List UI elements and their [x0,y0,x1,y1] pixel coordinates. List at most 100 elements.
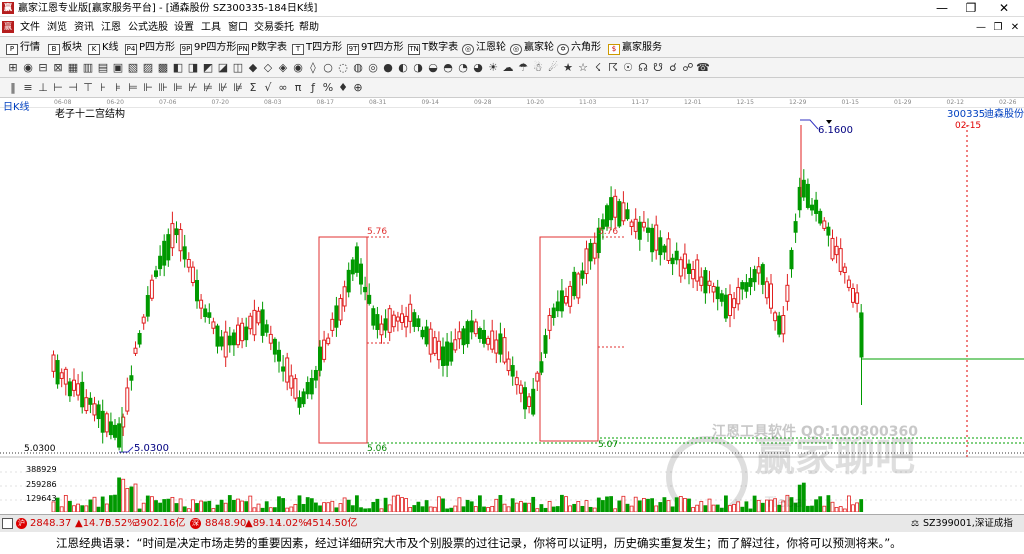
toolbar2-tool-25-icon[interactable]: ● [381,61,395,75]
toolbar3-tool-15-icon[interactable]: ⊯ [231,81,245,95]
sector-button[interactable]: B 板块 [48,40,82,55]
right-index-label[interactable]: SZ399001,深证成指 [923,518,1013,530]
toolbar2-tool-2-icon[interactable]: ⊟ [36,61,50,75]
toolbar2-tool-40-icon[interactable]: ☈ [606,61,620,75]
winner-wheel-button[interactable]: ◎ 赢家轮 [510,40,554,55]
toolbar2-tool-6-icon[interactable]: ▤ [96,61,110,75]
toolbar2-tool-31-icon[interactable]: ◕ [471,61,485,75]
toolbar3-tool-7-icon[interactable]: ⊧ [111,81,125,95]
toolbar2-tool-42-icon[interactable]: ☊ [636,61,650,75]
toolbar3-tool-11-icon[interactable]: ⊫ [171,81,185,95]
toolbar2-tool-35-icon[interactable]: ☃ [531,61,545,75]
toolbar2-tool-36-icon[interactable]: ☄ [546,61,560,75]
toolbar3-tool-21-icon[interactable]: % [321,81,335,95]
toolbar2-tool-44-icon[interactable]: ☌ [666,61,680,75]
toolbar2-tool-14-icon[interactable]: ◪ [216,61,230,75]
toolbar2-tool-3-icon[interactable]: ⊠ [51,61,65,75]
toolbar2-tool-10-icon[interactable]: ▩ [156,61,170,75]
p-square-button[interactable]: P4 P四方形 [125,40,175,55]
toolbar3-tool-23-icon[interactable]: ⊕ [351,81,365,95]
kline-button[interactable]: K K线 [88,40,119,55]
menu-tools[interactable]: 工具 [201,21,221,34]
toolbar2-tool-20-icon[interactable]: ◊ [306,61,320,75]
toolbar2-tool-30-icon[interactable]: ◔ [456,61,470,75]
toolbar2-tool-28-icon[interactable]: ◒ [426,61,440,75]
toolbar2-tool-8-icon[interactable]: ▧ [126,61,140,75]
maximize-button[interactable]: ❐ [955,0,987,17]
sh-index-value[interactable]: 2848.37 [30,518,71,530]
toolbar2-tool-43-icon[interactable]: ☋ [651,61,665,75]
p-number-table-button[interactable]: PN P数字表 [237,40,287,55]
grid-icon[interactable] [2,518,13,529]
menu-trade[interactable]: 交易委托 [254,21,294,34]
toolbar3-tool-8-icon[interactable]: ⊨ [126,81,140,95]
toolbar2-tool-15-icon[interactable]: ◫ [231,61,245,75]
toolbar2-tool-26-icon[interactable]: ◐ [396,61,410,75]
toolbar2-tool-41-icon[interactable]: ☉ [621,61,635,75]
menu-gann[interactable]: 江恩 [101,21,121,34]
toolbar3-tool-1-icon[interactable]: ≡ [21,81,35,95]
toolbar3-tool-6-icon[interactable]: ⊦ [96,81,110,95]
toolbar2-tool-18-icon[interactable]: ◈ [276,61,290,75]
menu-settings[interactable]: 设置 [174,21,194,34]
menu-window[interactable]: 窗口 [228,21,248,34]
toolbar3-tool-18-icon[interactable]: ∞ [276,81,290,95]
toolbar3-tool-14-icon[interactable]: ⊮ [216,81,230,95]
toolbar3-tool-0-icon[interactable]: ‖ [6,81,20,95]
winner-service-button[interactable]: $ 赢家服务 [608,40,662,55]
kline-chart[interactable]: 日K线 老子十二宫结构 300335 迪森股份 02-15 6.1600 5.0… [0,102,1024,512]
toolbar2-tool-9-icon[interactable]: ▨ [141,61,155,75]
toolbar3-tool-22-icon[interactable]: ♦ [336,81,350,95]
toolbar2-tool-24-icon[interactable]: ◎ [366,61,380,75]
toolbar2-tool-27-icon[interactable]: ◑ [411,61,425,75]
toolbar3-tool-9-icon[interactable]: ⊩ [141,81,155,95]
menu-help[interactable]: 帮助 [299,21,319,34]
toolbar2-tool-7-icon[interactable]: ▣ [111,61,125,75]
toolbar2-tool-34-icon[interactable]: ☂ [516,61,530,75]
toolbar2-tool-5-icon[interactable]: ▥ [81,61,95,75]
mdi-minimize-button[interactable]: — [974,22,988,34]
quotes-button[interactable]: P 行情 [6,40,40,55]
toolbar3-tool-3-icon[interactable]: ⊢ [51,81,65,95]
toolbar2-tool-0-icon[interactable]: ⊞ [6,61,20,75]
toolbar2-tool-37-icon[interactable]: ★ [561,61,575,75]
toolbar2-tool-32-icon[interactable]: ☀ [486,61,500,75]
menu-info[interactable]: 资讯 [74,21,94,34]
toolbar2-tool-12-icon[interactable]: ◨ [186,61,200,75]
9p-square-button[interactable]: 9P 9P四方形 [180,40,236,55]
toolbar2-tool-4-icon[interactable]: ▦ [66,61,80,75]
toolbar2-tool-16-icon[interactable]: ◆ [246,61,260,75]
toolbar2-tool-33-icon[interactable]: ☁ [501,61,515,75]
toolbar3-tool-19-icon[interactable]: π [291,81,305,95]
mdi-close-button[interactable]: ✕ [1008,22,1022,34]
toolbar2-tool-17-icon[interactable]: ◇ [261,61,275,75]
toolbar2-tool-13-icon[interactable]: ◩ [201,61,215,75]
toolbar2-tool-1-icon[interactable]: ◉ [21,61,35,75]
mdi-restore-button[interactable]: ❐ [991,22,1005,34]
toolbar2-tool-22-icon[interactable]: ◌ [336,61,350,75]
toolbar3-tool-20-icon[interactable]: ƒ [306,81,320,95]
9t-square-button[interactable]: 9T 9T四方形 [347,40,403,55]
toolbar2-tool-38-icon[interactable]: ☆ [576,61,590,75]
toolbar3-tool-2-icon[interactable]: ⊥ [36,81,50,95]
toolbar3-tool-4-icon[interactable]: ⊣ [66,81,80,95]
toolbar3-tool-10-icon[interactable]: ⊪ [156,81,170,95]
gann-wheel-button[interactable]: ◎ 江恩轮 [462,40,506,55]
menu-browse[interactable]: 浏览 [47,21,67,34]
minimize-button[interactable]: — [926,0,958,17]
hexagon-button[interactable]: ✡ 六角形 [557,40,601,55]
toolbar3-tool-16-icon[interactable]: Σ [246,81,260,95]
toolbar2-tool-46-icon[interactable]: ☎ [696,61,710,75]
toolbar2-tool-11-icon[interactable]: ◧ [171,61,185,75]
menu-formula-select[interactable]: 公式选股 [128,21,168,34]
toolbar2-tool-19-icon[interactable]: ◉ [291,61,305,75]
toolbar2-tool-39-icon[interactable]: ☇ [591,61,605,75]
toolbar2-tool-21-icon[interactable]: ○ [321,61,335,75]
menu-file[interactable]: 文件 [20,21,40,34]
t-number-table-button[interactable]: TN T数字表 [408,40,458,55]
toolbar2-tool-29-icon[interactable]: ◓ [441,61,455,75]
toolbar3-tool-12-icon[interactable]: ⊬ [186,81,200,95]
toolbar3-tool-17-icon[interactable]: √ [261,81,275,95]
toolbar2-tool-45-icon[interactable]: ☍ [681,61,695,75]
sz-index-value[interactable]: 8848.90 [205,518,246,530]
